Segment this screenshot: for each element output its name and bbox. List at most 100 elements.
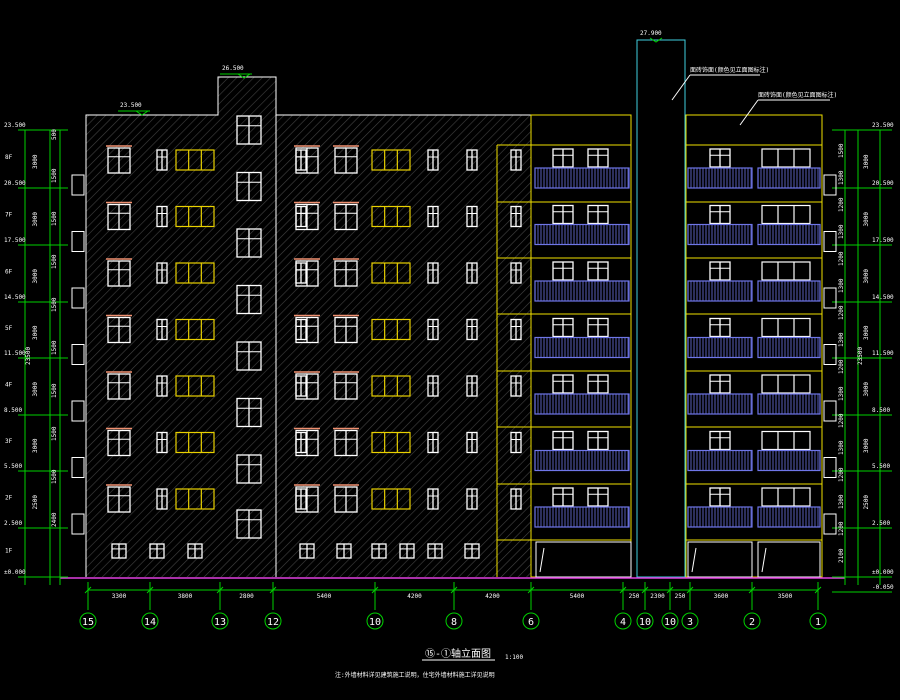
balcony-railing (757, 280, 821, 302)
roof-elevation-4: 27.900 (640, 30, 662, 37)
balcony-railing (534, 336, 630, 359)
left-elevation: 23.500 (4, 122, 26, 129)
right-elevation: 20.500 (872, 180, 894, 187)
bay-dimension: 250 (675, 593, 686, 600)
roof-elevation-2: 26.500 (222, 65, 244, 72)
floor-label: 6F (5, 269, 13, 276)
balcony-railing (757, 506, 821, 528)
left-elevation: 17.500 (4, 237, 26, 244)
window (552, 487, 574, 507)
balcony-railing (534, 280, 630, 302)
right-elevation: 5.500 (872, 463, 890, 470)
floor-label: 3F (5, 438, 13, 445)
balcony-railing (534, 449, 630, 472)
window-frame (761, 317, 811, 338)
right-dim: 3000 (863, 154, 870, 169)
right-segment: 2100 (838, 548, 845, 563)
railing-frame (687, 449, 753, 472)
left-segment: 1500 (51, 297, 58, 312)
bay-dimension: 3800 (178, 593, 193, 600)
axis-label: 4 (620, 617, 626, 628)
window-frame (761, 204, 811, 225)
railing-frame (687, 223, 753, 246)
right-dim: 3000 (863, 438, 870, 453)
window-triple (761, 430, 811, 451)
window-triple (761, 204, 811, 225)
left-segment: 1500 (51, 168, 58, 183)
drawing-note: 注:外墙材料详见建筑施工说明，住宅外墙材料施工详见说明 (335, 671, 495, 679)
window-frame (761, 148, 811, 168)
axis-label: 10 (369, 617, 381, 628)
bay-dimension: 5400 (317, 593, 332, 600)
balcony-railing (687, 506, 753, 528)
side-opening (71, 174, 85, 196)
callouts: 面砖饰面(颜色见立面图标注) 面砖饰面(颜色见立面图标注) (671, 66, 837, 126)
bay-dimension: 2300 (650, 593, 665, 600)
floor-label: 7F (5, 212, 13, 219)
railing-frame (534, 506, 630, 528)
right-elevation: 17.500 (872, 237, 894, 244)
axis-label: 3 (687, 617, 693, 628)
axis-label: 15 (82, 617, 94, 628)
right-segment: 1200 (838, 413, 845, 428)
left-dim: 3000 (32, 438, 39, 453)
side-opening (71, 400, 85, 422)
bay-dimension: 3600 (714, 593, 729, 600)
hatched-facade (85, 76, 532, 577)
bay-dimension: 5400 (570, 593, 585, 600)
right-dim: 3000 (863, 325, 870, 340)
axis-label: 13 (214, 617, 226, 628)
window-triple (761, 148, 811, 168)
right-segment: 1200 (838, 305, 845, 320)
left-segment: 1500 (51, 211, 58, 226)
dimension-lines: 3300 3800 2800 5400 4200 4200 5400 250 2300 250 36… (84, 582, 822, 610)
balcony-railing (687, 167, 753, 189)
left-elevation: 20.500 (4, 180, 26, 187)
window (587, 261, 609, 281)
window (709, 317, 731, 338)
window-triple (761, 374, 811, 394)
balcony-railing (757, 167, 821, 189)
balcony-railing (687, 223, 753, 246)
left-elevation: 8.500 (4, 407, 22, 414)
balcony-railing (687, 280, 753, 302)
shop-line (539, 547, 545, 573)
left-dim: 2500 (32, 495, 39, 510)
side-opening (823, 231, 837, 252)
window (552, 430, 574, 451)
roof-elevation-1: 23.500 (120, 102, 142, 109)
right-segment: 1200 (838, 197, 845, 212)
left-segment: 2400 (51, 512, 58, 527)
floor-label: 5F (5, 325, 13, 332)
window-frame (761, 487, 811, 507)
window (709, 204, 731, 225)
callout-2: 面砖饰面(颜色见立面图标注) (758, 91, 837, 99)
bay-dimension: 3500 (778, 593, 793, 600)
total-height: 23500 (25, 347, 32, 365)
balcony-railing (534, 223, 630, 246)
left-dim: 3000 (32, 154, 39, 169)
left-dim: 3000 (32, 325, 39, 340)
window (587, 148, 609, 168)
left-elevation: 5.500 (4, 463, 22, 470)
side-opening (823, 344, 837, 365)
axis-label: 12 (267, 617, 279, 628)
balcony-railing (757, 336, 821, 359)
railing-frame (687, 336, 753, 359)
side-opening (71, 513, 85, 535)
right-segment: 1300 (838, 170, 845, 185)
right-segment: 1300 (838, 278, 845, 293)
left-elevation: 11.500 (4, 350, 26, 357)
floor-label: 1F (5, 548, 13, 555)
balcony-railing (757, 449, 821, 472)
window-frame (761, 430, 811, 451)
right-elevation: 2.500 (872, 520, 890, 527)
right-dim: 3000 (863, 212, 870, 227)
axis-label: 6 (528, 617, 534, 628)
bay-dimension: 4200 (407, 593, 422, 600)
window-triple (761, 261, 811, 281)
right-segment: 1300 (838, 494, 845, 509)
floor-label: 2F (5, 495, 13, 502)
floor-label: 8F (5, 154, 13, 161)
window (552, 317, 574, 338)
